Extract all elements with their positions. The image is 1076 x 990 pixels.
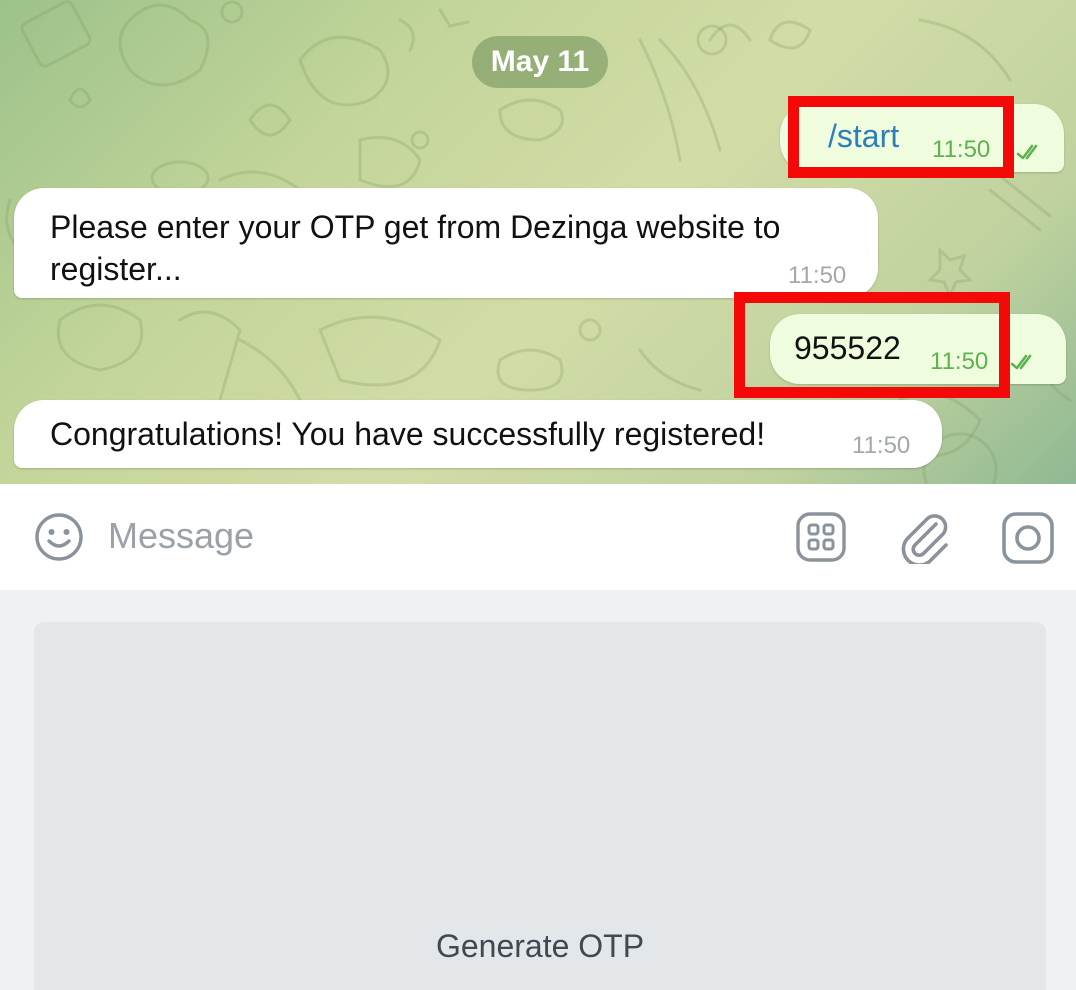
outgoing-message[interactable]: /start 11:50 — [780, 104, 1064, 172]
read-checkmarks-icon — [1010, 354, 1032, 370]
bot-command-link[interactable]: /start — [828, 118, 899, 155]
message-time: 11:50 — [788, 262, 847, 289]
message-text: Please enter your OTP get from Dezinga w… — [50, 209, 781, 287]
incoming-message[interactable]: Congratulations! You have successfully r… — [14, 400, 942, 468]
bot-keyboard: Generate OTP — [0, 590, 1076, 990]
message-text: Congratulations! You have successfully r… — [50, 416, 766, 452]
paperclip-icon[interactable] — [898, 510, 950, 564]
message-input[interactable] — [108, 510, 748, 562]
camera-icon[interactable] — [1002, 512, 1054, 564]
date-separator: May 11 — [472, 36, 608, 88]
message-time: 11:50 — [930, 348, 989, 375]
button-label: Generate OTP — [435, 928, 645, 964]
message-composer — [0, 484, 1076, 590]
bot-menu-icon[interactable] — [796, 512, 846, 562]
incoming-message[interactable]: Please enter your OTP get from Dezinga w… — [14, 188, 878, 298]
message-time: 11:50 — [932, 136, 991, 163]
outgoing-message[interactable]: 955522 11:50 — [770, 314, 1066, 384]
generate-otp-button[interactable]: Generate OTP — [34, 622, 1046, 990]
emoji-icon[interactable] — [34, 512, 84, 562]
chat-area[interactable]: May 11 /start 11:50 Please enter your OT… — [0, 0, 1076, 484]
read-checkmarks-icon — [1016, 144, 1038, 160]
message-time: 11:50 — [852, 432, 911, 459]
message-text: 955522 — [794, 330, 901, 366]
